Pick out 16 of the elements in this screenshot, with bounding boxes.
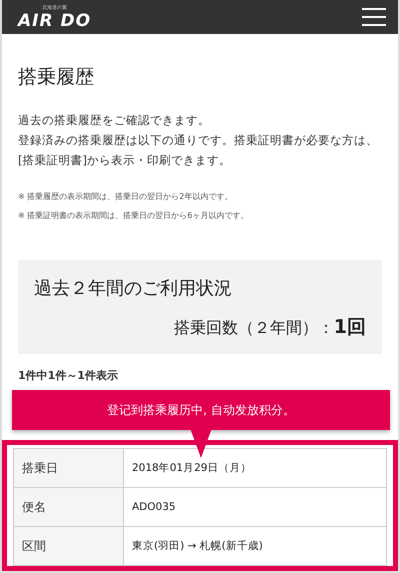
summary-title: 過去２年間のご利用状況 <box>34 277 233 300</box>
result-count: 1件中1件～1件表示 <box>18 368 119 383</box>
boarding-count: 搭乗回数（２年間）：1回 <box>172 315 366 340</box>
intro-text: 登録済みの搭乗履歴は以下の通りです。搭乗証明書が必要な方は、[搭乗証明書]から表示・印刷できます。 <box>18 132 379 169</box>
logo[interactable]: AIR DO <box>18 12 92 30</box>
page-title: 搭乗履歴 <box>18 65 95 90</box>
table-cell-text: 2018年01月29日（月） <box>131 461 252 476</box>
table-cell-text: 東京(羽田) → 札幌(新千歳) <box>131 539 264 554</box>
menu-icon[interactable] <box>362 6 386 28</box>
table-header-cell: 便名 <box>14 488 124 526</box>
table-cell-text: ADO035 <box>131 500 177 515</box>
intro-text: 過去の搭乗履歴をご確認できます。 <box>18 112 211 129</box>
table-header-cell: 搭乗日 <box>14 449 124 487</box>
note-text: ※ 搭乗履歴の表示期間は、搭乗日の翌日から2年以内です。 <box>18 191 234 203</box>
table-header-cell: 区間 <box>14 527 124 565</box>
note-text: ※ 搭乗証明書の表示期間は、搭乗日の翌日から6ヶ月以内です。 <box>18 210 250 222</box>
